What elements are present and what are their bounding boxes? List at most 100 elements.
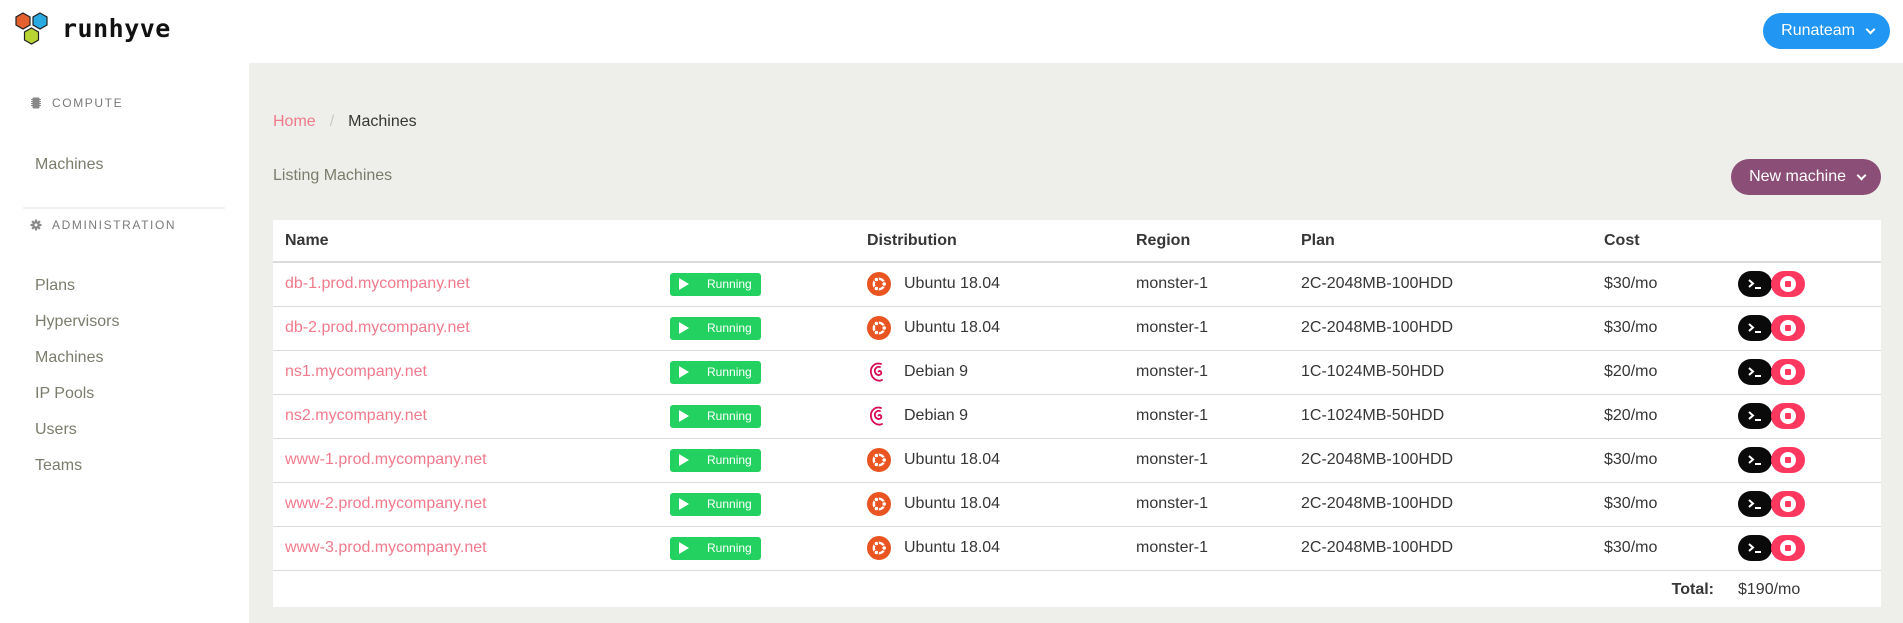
status-badge: Running xyxy=(670,404,761,428)
status-text: Running xyxy=(707,321,752,335)
chevron-down-icon xyxy=(1865,24,1876,34)
console-button[interactable] xyxy=(1738,491,1772,517)
sidebar-item-hypervisors[interactable]: Hypervisors xyxy=(35,313,119,331)
plan-cell: 2C-2048MB-100HDD xyxy=(1289,438,1592,483)
total-value: $190/mo xyxy=(1738,581,1801,599)
terminal-icon xyxy=(1748,499,1761,509)
machine-name-link[interactable]: www-1.prod.mycompany.net xyxy=(285,451,487,468)
machines-table-container: Name Distribution Region Plan Cost db-1.… xyxy=(273,220,1881,607)
table-row: db-2.prod.mycompany.net Running Ubuntu 1… xyxy=(273,306,1881,351)
brand-logo[interactable]: runhyve xyxy=(14,12,171,48)
play-icon xyxy=(679,454,689,466)
machine-name-link[interactable]: www-3.prod.mycompany.net xyxy=(285,539,487,556)
status-text: Running xyxy=(707,497,752,511)
distribution-text: Ubuntu 18.04 xyxy=(904,495,1001,512)
region-cell: monster-1 xyxy=(1124,394,1289,439)
stop-icon xyxy=(1780,408,1796,424)
stop-button[interactable] xyxy=(1771,359,1805,385)
gear-icon xyxy=(30,219,42,231)
terminal-icon xyxy=(1748,323,1761,333)
plan-cell: 2C-2048MB-100HDD xyxy=(1289,262,1592,307)
new-machine-button[interactable]: New machine xyxy=(1731,159,1881,195)
console-button[interactable] xyxy=(1738,315,1772,341)
table-row: db-1.prod.mycompany.net Running Ubuntu 1… xyxy=(273,262,1881,307)
hexagons-logo-icon xyxy=(15,12,48,45)
stop-button[interactable] xyxy=(1771,403,1805,429)
distribution-text: Ubuntu 18.04 xyxy=(904,275,1001,293)
row-actions xyxy=(1738,403,1869,429)
sidebar-item-ip-pools[interactable]: IP Pools xyxy=(35,385,94,403)
stop-button[interactable] xyxy=(1771,271,1805,298)
status-badge: Running xyxy=(670,272,761,296)
menu-label-text: ADMINISTRATION xyxy=(52,218,177,232)
column-header-distribution: Distribution xyxy=(855,220,1124,263)
ubuntu-icon xyxy=(867,448,891,472)
main-content: Home / Machines Listing Machines New mac… xyxy=(249,63,1903,623)
sidebar-item-compute-machines[interactable]: Machines xyxy=(35,156,103,174)
cost-cell: $20/mo xyxy=(1592,394,1726,439)
sidebar-item-plans[interactable]: Plans xyxy=(35,277,75,295)
terminal-icon xyxy=(1748,455,1761,465)
ubuntu-icon xyxy=(867,272,891,297)
top-navbar: runhyve Runateam xyxy=(0,0,1903,63)
machine-name-link[interactable]: db-1.prod.mycompany.net xyxy=(285,275,470,292)
machine-name-link[interactable]: ns1.mycompany.net xyxy=(285,363,427,380)
console-button[interactable] xyxy=(1738,403,1772,429)
machine-name-link[interactable]: www-2.prod.mycompany.net xyxy=(285,495,487,512)
sidebar-item-teams[interactable]: Teams xyxy=(35,457,82,475)
region-cell: monster-1 xyxy=(1124,482,1289,527)
sidebar: COMPUTE Machines ADMINISTRATION Plans Hy… xyxy=(0,63,249,623)
ubuntu-icon xyxy=(867,316,891,340)
cost-cell: $30/mo xyxy=(1592,438,1726,483)
debian-icon xyxy=(867,360,891,384)
table-row: ns1.mycompany.net Running Debian 9 monst… xyxy=(273,350,1881,395)
breadcrumb-separator: / xyxy=(329,113,335,130)
stop-icon xyxy=(1780,276,1796,293)
region-cell: monster-1 xyxy=(1124,350,1289,395)
column-header-actions xyxy=(1726,220,1881,263)
debian-icon xyxy=(867,404,891,428)
console-button[interactable] xyxy=(1738,535,1772,561)
table-row: www-3.prod.mycompany.net Running Ubuntu … xyxy=(273,526,1881,571)
team-dropdown-button[interactable]: Runateam xyxy=(1763,13,1890,49)
console-button[interactable] xyxy=(1738,447,1772,473)
table-row: www-2.prod.mycompany.net Running Ubuntu … xyxy=(273,482,1881,527)
console-button[interactable] xyxy=(1738,359,1772,385)
breadcrumb-home-link[interactable]: Home xyxy=(273,113,316,131)
stop-button[interactable] xyxy=(1771,447,1805,473)
sidebar-item-users[interactable]: Users xyxy=(35,421,77,439)
plan-cell: 1C-1024MB-50HDD xyxy=(1289,350,1592,395)
row-actions xyxy=(1738,535,1869,561)
distribution-cell: Ubuntu 18.04 xyxy=(867,272,1112,297)
row-actions xyxy=(1738,447,1869,473)
row-actions xyxy=(1738,271,1869,298)
menu-label-compute: COMPUTE xyxy=(30,96,123,110)
distribution-text: Debian 9 xyxy=(904,407,969,424)
stop-button[interactable] xyxy=(1771,315,1805,341)
stop-icon xyxy=(1780,540,1796,556)
region-cell: monster-1 xyxy=(1124,262,1289,307)
stop-button[interactable] xyxy=(1771,491,1805,517)
total-label: Total: xyxy=(1671,581,1714,599)
stop-button[interactable] xyxy=(1771,535,1805,561)
column-header-plan: Plan xyxy=(1289,220,1592,263)
play-icon xyxy=(679,366,689,378)
distribution-cell: Ubuntu 18.04 xyxy=(867,492,1112,516)
breadcrumb-current: Machines xyxy=(348,113,417,130)
machine-name-link[interactable]: ns2.mycompany.net xyxy=(285,407,427,424)
sidebar-item-machines[interactable]: Machines xyxy=(35,349,103,367)
table-row: ns2.mycompany.net Running Debian 9 monst… xyxy=(273,394,1881,439)
column-header-cost: Cost xyxy=(1592,220,1726,263)
play-icon xyxy=(679,322,689,334)
distribution-text: Ubuntu 18.04 xyxy=(904,451,1001,468)
play-icon xyxy=(679,278,689,291)
breadcrumb: Home / Machines xyxy=(273,113,417,131)
distribution-text: Ubuntu 18.04 xyxy=(904,319,1001,336)
chevron-down-icon xyxy=(1856,170,1867,180)
plan-cell: 1C-1024MB-50HDD xyxy=(1289,394,1592,439)
machine-name-link[interactable]: db-2.prod.mycompany.net xyxy=(285,319,470,336)
new-machine-label: New machine xyxy=(1749,168,1846,185)
console-button[interactable] xyxy=(1738,271,1772,298)
distribution-text: Debian 9 xyxy=(904,363,969,380)
brand-name: runhyve xyxy=(62,13,171,43)
